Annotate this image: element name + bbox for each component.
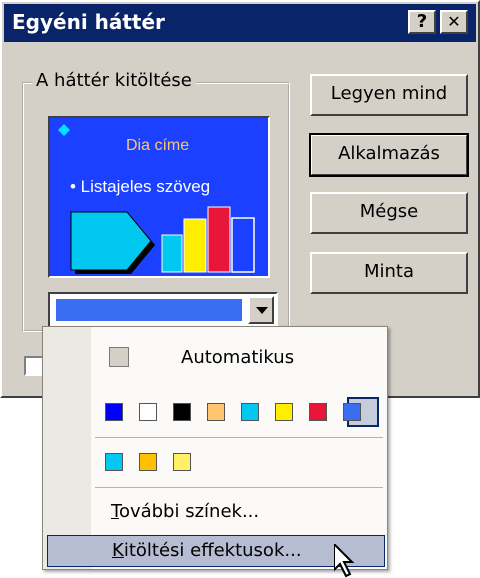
color-swatch[interactable] — [105, 403, 123, 421]
preview-title-text: Dia címe — [126, 137, 189, 154]
more-colors-option[interactable]: További színek... — [111, 501, 259, 522]
bar-4 — [231, 217, 255, 273]
menu-separator — [95, 487, 383, 488]
fill-color-combo[interactable] — [48, 292, 278, 328]
color-swatch[interactable] — [139, 453, 157, 471]
automatic-option[interactable]: Automatikus — [181, 347, 294, 368]
color-swatch[interactable] — [105, 453, 123, 471]
apply-all-button[interactable]: Legyen mind — [310, 74, 468, 116]
bar-1 — [161, 234, 183, 273]
help-button[interactable]: ? — [408, 10, 436, 34]
fill-effects-text: itöltési effektusok... — [123, 540, 302, 561]
color-swatch[interactable] — [207, 403, 225, 421]
menu-gutter — [43, 327, 91, 569]
color-swatch[interactable] — [241, 403, 259, 421]
more-colors-text: ovábbi színek... — [118, 501, 260, 522]
bar-2 — [183, 218, 207, 273]
close-button[interactable]: ✕ — [440, 10, 468, 34]
color-swatch[interactable] — [173, 453, 191, 471]
preview-bullet-text: • Listajeles szöveg — [70, 177, 210, 196]
diamond-bullet-icon — [58, 124, 70, 136]
color-swatch[interactable] — [139, 403, 157, 421]
color-swatch[interactable] — [275, 403, 293, 421]
chevron-down-icon — [256, 307, 268, 314]
fill-effects-hotkey: K — [112, 540, 124, 561]
more-colors-hotkey: T — [111, 501, 119, 522]
mouse-pointer-icon — [334, 544, 355, 578]
color-swatch[interactable] — [173, 403, 191, 421]
omit-master-graphics-checkbox[interactable] — [24, 356, 44, 376]
combo-selected-color — [56, 299, 242, 321]
dialog-title: Egyéni háttér — [12, 10, 165, 34]
slide-preview: Dia címe • Listajeles szöveg — [48, 116, 270, 278]
color-swatch[interactable] — [343, 403, 361, 421]
slide-preview-graphic: Dia címe • Listajeles szöveg — [58, 124, 255, 274]
apply-button[interactable]: Alkalmazás — [309, 133, 469, 177]
combo-dropdown-button[interactable] — [248, 296, 274, 324]
fill-effects-label: Kitöltési effektusok... — [112, 540, 302, 561]
bar-3 — [207, 206, 231, 273]
group-label: A háttér kitöltése — [32, 70, 196, 91]
menu-separator — [95, 437, 383, 438]
preview-button[interactable]: Minta — [310, 252, 468, 294]
automatic-color-swatch[interactable] — [109, 347, 129, 367]
color-swatch[interactable] — [309, 403, 327, 421]
title-bar: Egyéni háttér ? ✕ — [4, 4, 476, 42]
cancel-button[interactable]: Mégse — [310, 192, 468, 234]
color-dropdown-menu: Automatikus További színek... Kitöltési … — [42, 326, 388, 570]
